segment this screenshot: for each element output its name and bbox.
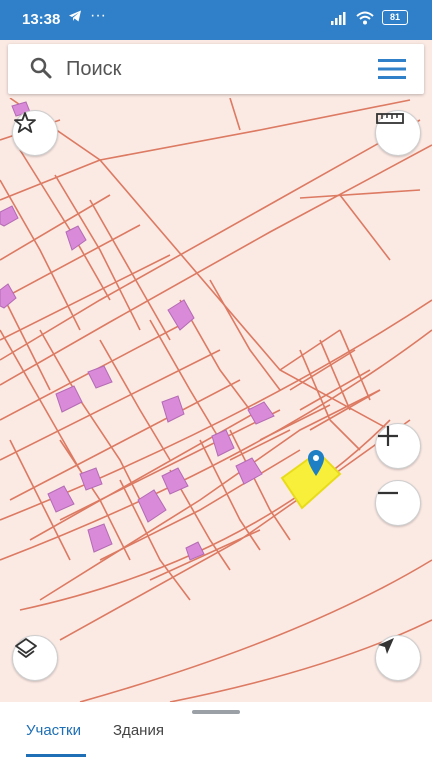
signal-icon: [331, 11, 346, 25]
status-time: 13:38: [22, 11, 61, 28]
search-bar: [8, 44, 424, 94]
hamburger-menu-icon[interactable]: [378, 58, 406, 80]
zoom-out-button[interactable]: [375, 480, 421, 526]
battery-icon: 81: [382, 10, 408, 25]
plus-icon: [378, 426, 398, 446]
layers-button[interactable]: [12, 635, 58, 681]
favorite-button[interactable]: [12, 110, 58, 156]
drag-handle[interactable]: [192, 710, 240, 714]
bottom-panel: Участки Здания: [0, 702, 432, 768]
telegram-icon: [69, 10, 81, 22]
map-canvas[interactable]: [0, 98, 432, 702]
wifi-icon: [356, 11, 374, 24]
layers-icon: [15, 638, 37, 658]
my-location-button[interactable]: [375, 635, 421, 681]
search-icon[interactable]: [29, 56, 53, 80]
ruler-button[interactable]: [375, 110, 421, 156]
ruler-icon: [376, 113, 404, 124]
zoom-in-button[interactable]: [375, 423, 421, 469]
more-dots-icon: ···: [90, 7, 106, 24]
cadastral-map[interactable]: [0, 98, 432, 702]
minus-icon: [378, 491, 398, 495]
status-bar: 13:38 ··· 81: [0, 0, 432, 40]
navigation-arrow-icon: [378, 638, 394, 654]
star-icon: [14, 112, 36, 133]
active-tab-indicator: [26, 754, 86, 757]
search-input[interactable]: [66, 54, 366, 84]
tab-buildings[interactable]: Здания: [113, 722, 164, 739]
tab-parcels[interactable]: Участки: [26, 722, 81, 739]
